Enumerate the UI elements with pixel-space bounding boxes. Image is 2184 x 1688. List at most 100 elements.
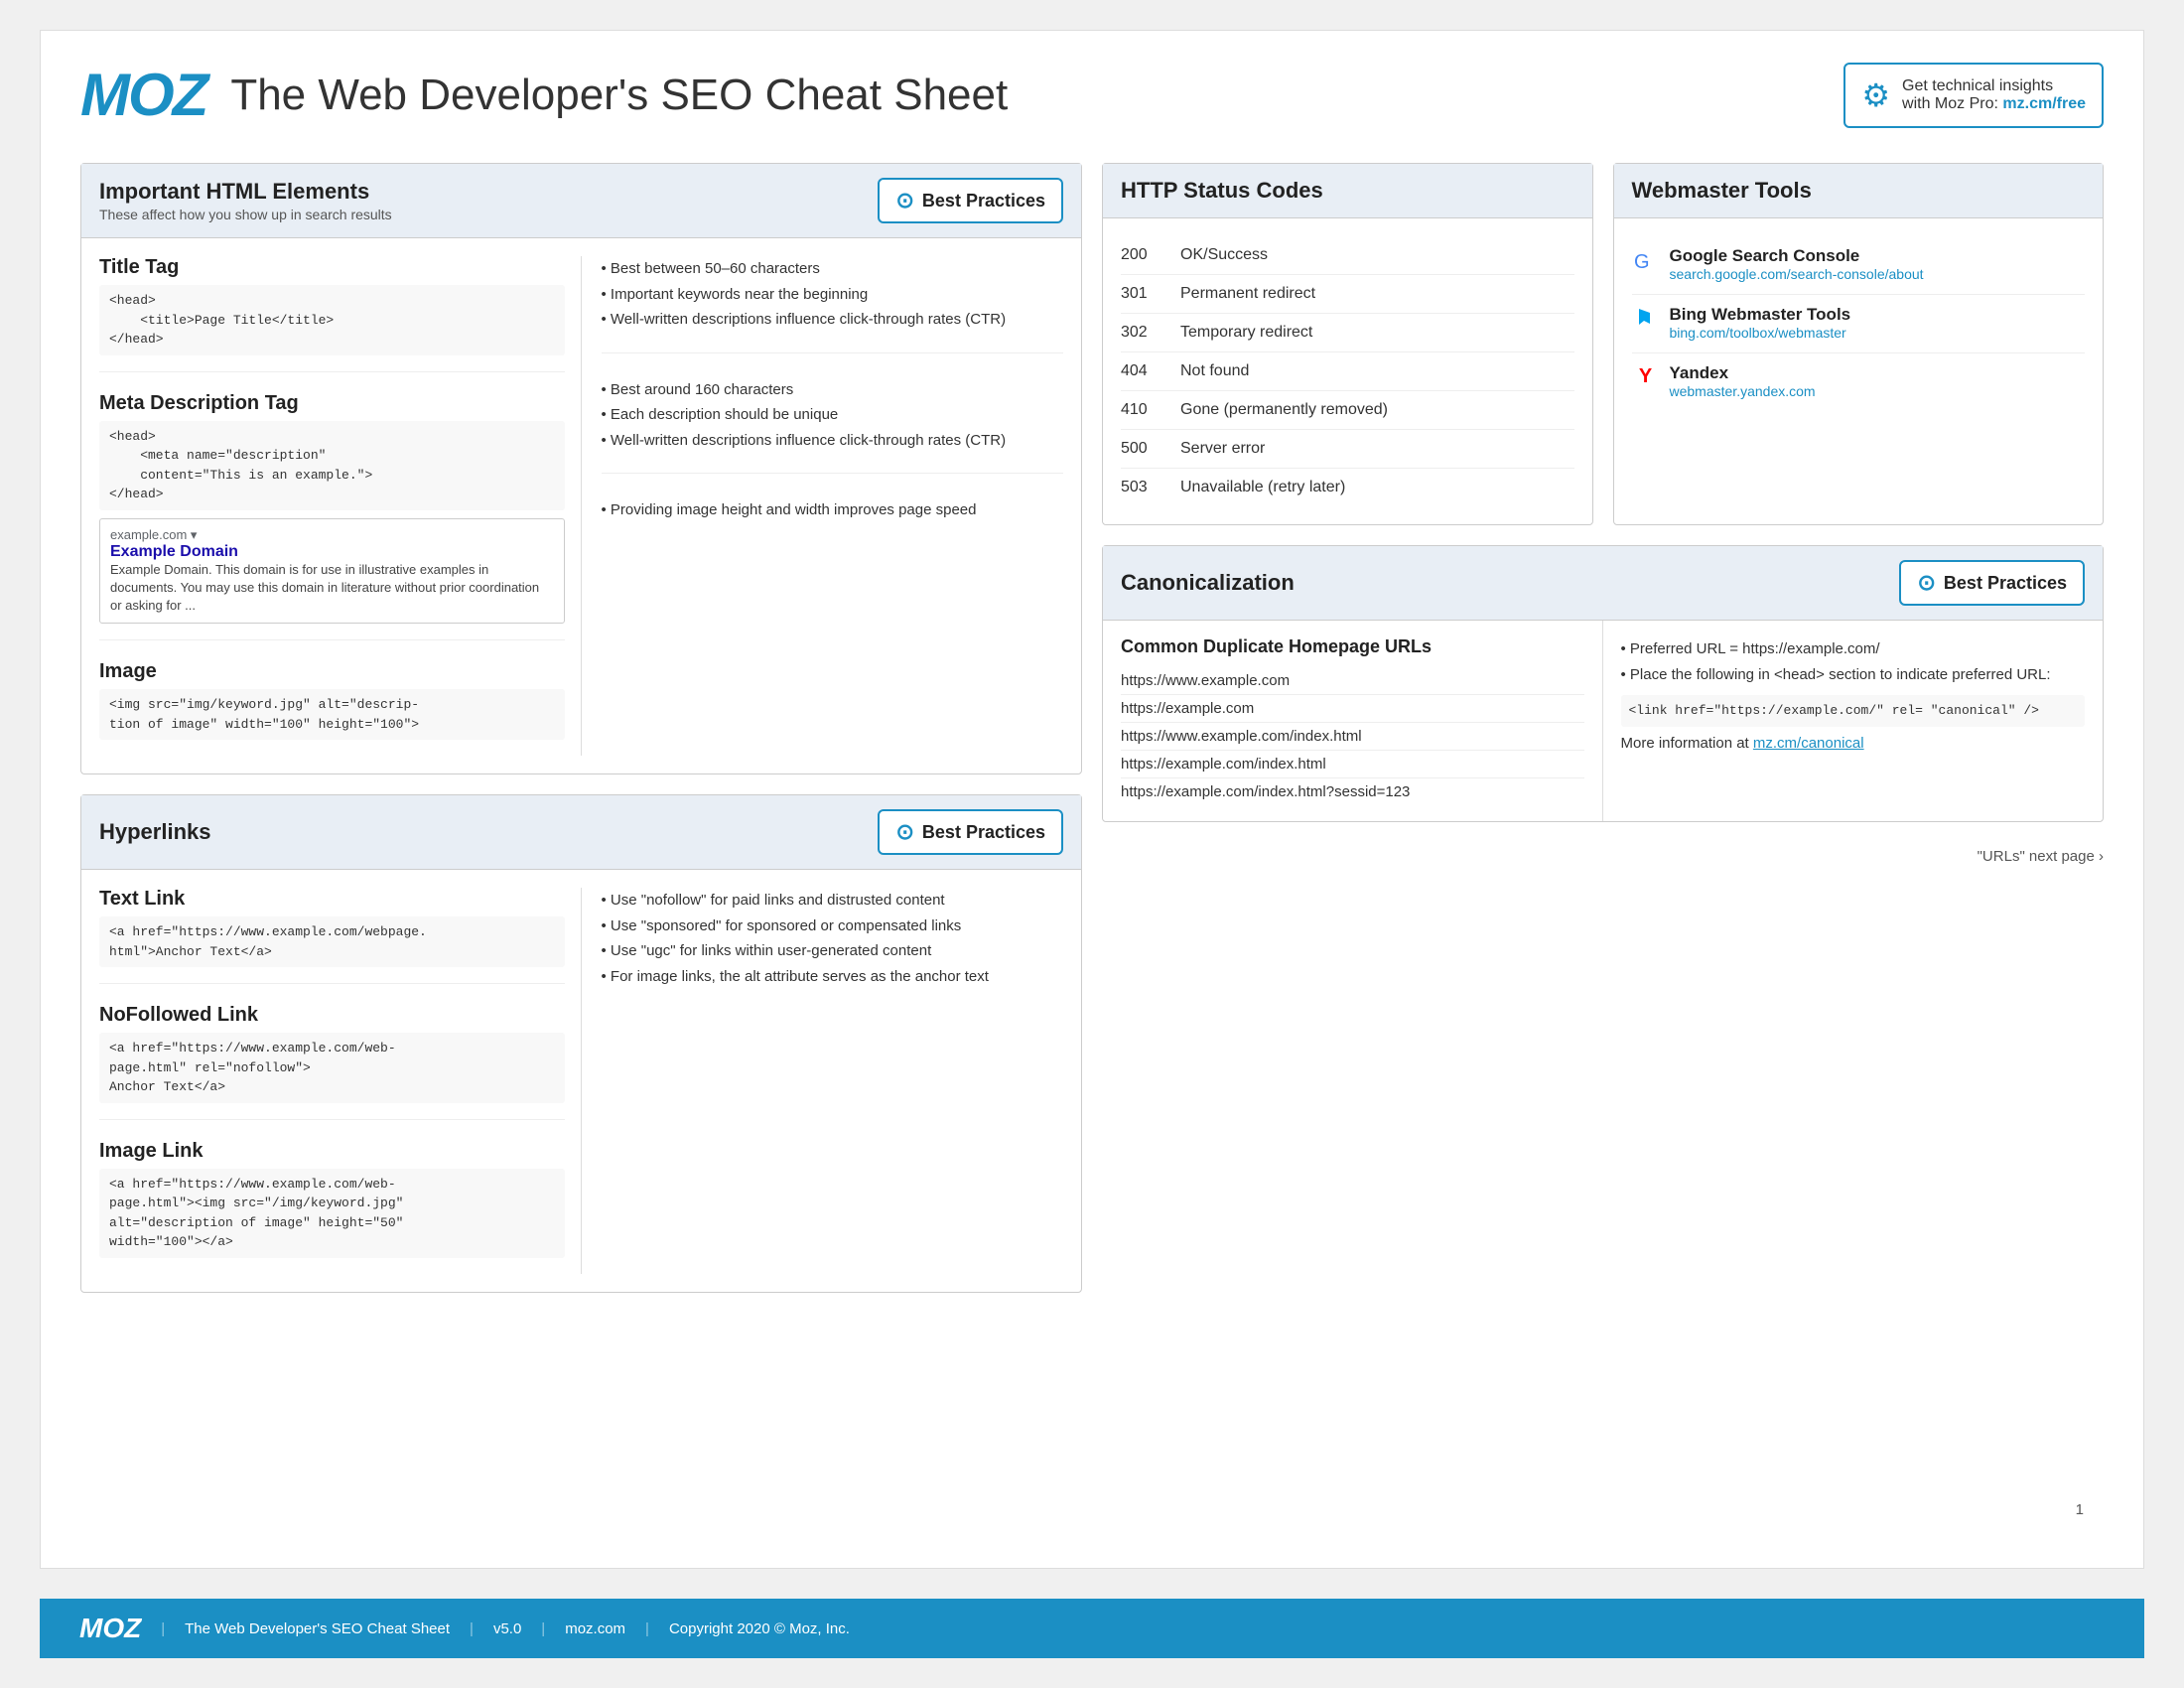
webmaster-title: Webmaster Tools <box>1632 178 1812 204</box>
hyperlinks-header: Hyperlinks ⊙ Best Practices <box>81 795 1081 870</box>
http-status-header: HTTP Status Codes <box>1103 164 1592 218</box>
html-elem-left: Title Tag <head> <title>Page Title</titl… <box>99 256 582 756</box>
meta-desc-heading: Meta Description Tag <box>99 392 565 415</box>
html-elements-panel: Important HTML Elements These affect how… <box>80 163 1082 774</box>
image-tip-1: Providing image height and width improve… <box>602 497 1064 523</box>
canon-url-3: https://www.example.com/index.html <box>1121 723 1584 751</box>
yandex-url[interactable]: webmaster.yandex.com <box>1670 383 1816 399</box>
html-best-practices-badge: ⊙ Best Practices <box>878 178 1063 223</box>
http-status-body: 200 OK/Success 301 Permanent redirect 30… <box>1103 218 1592 524</box>
promo-text: Get technical insights with Moz Pro: mz.… <box>1902 77 2086 113</box>
title-tip-3: Well-written descriptions influence clic… <box>602 307 1064 333</box>
meta-tip-1: Best around 160 characters <box>602 377 1064 403</box>
text-link-code: <a href="https://www.example.com/webpage… <box>99 916 565 967</box>
hyper-right: Use "nofollow" for paid links and distru… <box>582 888 1064 1274</box>
canon-body: Common Duplicate Homepage URLs https://w… <box>1103 621 2103 821</box>
header-promo: ⚙ Get technical insights with Moz Pro: m… <box>1843 63 2104 128</box>
status-desc-301: Permanent redirect <box>1180 285 1315 303</box>
meta-tip-2: Each description should be unique <box>602 402 1064 428</box>
status-code-410: 410 <box>1121 401 1180 419</box>
footer-version: v5.0 <box>493 1620 521 1637</box>
main-grid: Important HTML Elements These affect how… <box>80 163 2104 1293</box>
canon-url-5: https://example.com/index.html?sessid=12… <box>1121 778 1584 805</box>
page-number: 1 <box>2076 1501 2084 1518</box>
canon-more-link[interactable]: mz.cm/canonical <box>1753 735 1864 752</box>
svg-text:G: G <box>1634 251 1650 272</box>
title-tip-list: Best between 50–60 characters Important … <box>602 256 1064 333</box>
status-row-404: 404 Not found <box>1121 352 1574 391</box>
left-column: Important HTML Elements These affect how… <box>80 163 1082 1293</box>
hyperlinks-grid: Text Link <a href="https://www.example.c… <box>99 888 1063 1274</box>
canon-more-info: More information at mz.cm/canonical <box>1621 735 2086 752</box>
text-link-section: Text Link <a href="https://www.example.c… <box>99 888 565 984</box>
footer: MOZ | The Web Developer's SEO Cheat Shee… <box>40 1599 2144 1658</box>
status-row-301: 301 Permanent redirect <box>1121 275 1574 314</box>
html-elements-body: Title Tag <head> <title>Page Title</titl… <box>81 238 1081 774</box>
status-code-301: 301 <box>1121 285 1180 303</box>
google-url[interactable]: search.google.com/search-console/about <box>1670 266 1924 282</box>
hyper-tip-2: Use "sponsored" for sponsored or compens… <box>602 914 1064 939</box>
webmaster-yandex: Y Yandex webmaster.yandex.com <box>1632 353 2086 411</box>
nofollowed-section: NoFollowed Link <a href="https://www.exa… <box>99 1004 565 1120</box>
status-desc-500: Server error <box>1180 440 1265 458</box>
status-desc-503: Unavailable (retry later) <box>1180 479 1345 496</box>
promo-link[interactable]: mz.cm/free <box>2002 95 2086 112</box>
title-tip-2: Important keywords near the beginning <box>602 282 1064 308</box>
hyperlinks-panel: Hyperlinks ⊙ Best Practices Text Link <a… <box>80 794 1082 1293</box>
hyperlinks-title: Hyperlinks <box>99 819 211 845</box>
bing-url[interactable]: bing.com/toolbox/webmaster <box>1670 325 1846 341</box>
footer-copyright: Copyright 2020 © Moz, Inc. <box>669 1620 850 1637</box>
html-elem-right: Best between 50–60 characters Important … <box>582 256 1064 756</box>
page-title: The Web Developer's SEO Cheat Sheet <box>230 70 1843 120</box>
status-code-200: 200 <box>1121 246 1180 264</box>
canon-code-block: <link href="https://example.com/" rel= "… <box>1621 695 2086 727</box>
canon-left: Common Duplicate Homepage URLs https://w… <box>1103 621 1603 821</box>
meta-tips: Best around 160 characters Each descript… <box>602 377 1064 475</box>
webmaster-bing: Bing Webmaster Tools bing.com/toolbox/we… <box>1632 295 2086 353</box>
footer-site: moz.com <box>565 1620 625 1637</box>
canon-header: Canonicalization ⊙ Best Practices <box>1103 546 2103 621</box>
bing-logo <box>1632 307 1660 337</box>
right-column: HTTP Status Codes 200 OK/Success 301 Per… <box>1102 163 2104 1293</box>
canon-best-practices-badge: ⊙ Best Practices <box>1899 560 2085 606</box>
status-desc-302: Temporary redirect <box>1180 324 1312 342</box>
title-tip-1: Best between 50–60 characters <box>602 256 1064 282</box>
html-elements-header: Important HTML Elements These affect how… <box>81 164 1081 238</box>
image-tip-list: Providing image height and width improve… <box>602 497 1064 523</box>
bing-name: Bing Webmaster Tools <box>1670 305 1851 325</box>
text-link-heading: Text Link <box>99 888 565 911</box>
html-elements-title-block: Important HTML Elements These affect how… <box>99 179 392 222</box>
status-code-500: 500 <box>1121 440 1180 458</box>
yandex-logo: Y <box>1632 365 1660 388</box>
nofollowed-code: <a href="https://www.example.com/web- pa… <box>99 1033 565 1103</box>
search-preview-title: Example Domain <box>110 543 554 561</box>
image-heading: Image <box>99 660 565 683</box>
canon-url-2: https://example.com <box>1121 695 1584 723</box>
google-logo: G <box>1632 248 1660 278</box>
status-code-404: 404 <box>1121 362 1180 380</box>
meta-tip-list: Best around 160 characters Each descript… <box>602 377 1064 454</box>
canon-url-1: https://www.example.com <box>1121 667 1584 695</box>
status-row-500: 500 Server error <box>1121 430 1574 469</box>
webmaster-tools-panel: Webmaster Tools G Google Search Console … <box>1613 163 2105 525</box>
webmaster-header: Webmaster Tools <box>1614 164 2104 218</box>
title-tag-heading: Title Tag <box>99 256 565 279</box>
promo-icon: ⚙ <box>1861 76 1890 114</box>
status-table: 200 OK/Success 301 Permanent redirect 30… <box>1121 236 1574 506</box>
canon-bp-icon: ⊙ <box>1917 570 1935 596</box>
hyper-tip-3: Use "ugc" for links within user-generate… <box>602 938 1064 964</box>
html-elements-subtitle: These affect how you show up in search r… <box>99 207 392 222</box>
hyperlinks-body: Text Link <a href="https://www.example.c… <box>81 870 1081 1292</box>
status-row-200: 200 OK/Success <box>1121 236 1574 275</box>
image-link-section: Image Link <a href="https://www.example.… <box>99 1140 565 1274</box>
canon-duplicate-title: Common Duplicate Homepage URLs <box>1121 636 1584 657</box>
image-link-heading: Image Link <box>99 1140 565 1163</box>
title-tips: Best between 50–60 characters Important … <box>602 256 1064 353</box>
title-tag-code: <head> <title>Page Title</title> </head> <box>99 285 565 355</box>
status-row-302: 302 Temporary redirect <box>1121 314 1574 352</box>
image-link-code: <a href="https://www.example.com/web- pa… <box>99 1169 565 1258</box>
search-preview-desc: Example Domain. This domain is for use i… <box>110 561 554 616</box>
search-preview-url: example.com ▾ <box>110 527 554 543</box>
webmaster-google-info: Google Search Console search.google.com/… <box>1670 246 1924 284</box>
webmaster-yandex-info: Yandex webmaster.yandex.com <box>1670 363 1816 401</box>
